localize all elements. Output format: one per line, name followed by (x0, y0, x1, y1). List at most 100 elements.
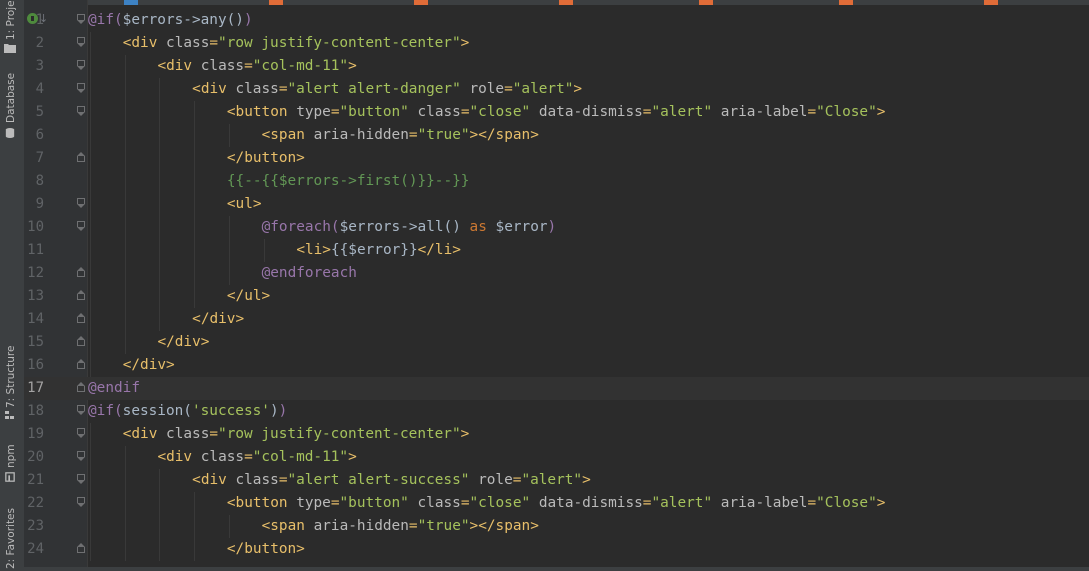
fold-start-icon[interactable] (77, 37, 85, 47)
line-number[interactable]: 5 (24, 101, 44, 124)
code-line[interactable]: 20 <div class="col-md-11"> (24, 446, 1089, 469)
line-number[interactable]: 9 (24, 193, 44, 216)
line-number[interactable]: 17 (24, 377, 44, 400)
npm-tool-button[interactable]: npm (0, 440, 24, 485)
line-number[interactable]: 24 (24, 538, 44, 561)
line-number[interactable]: 6 (24, 124, 44, 147)
code-line[interactable]: 8 {{--{{$errors->first()}}--}} (24, 170, 1089, 193)
code-text[interactable]: @if(session('success')) (88, 400, 287, 423)
code-text[interactable]: </button> (227, 147, 305, 170)
code-text[interactable]: @if($errors->any()) (88, 9, 253, 32)
editor-tab-strip[interactable] (24, 0, 1089, 5)
line-number[interactable]: 22 (24, 492, 44, 515)
fold-start-icon[interactable] (77, 198, 85, 208)
fold-end-icon[interactable] (77, 543, 85, 553)
fold-end-icon[interactable] (77, 382, 85, 392)
code-text[interactable]: <div class="col-md-11"> (157, 446, 356, 469)
code-text[interactable]: <div class="row justify-content-center"> (123, 32, 470, 55)
line-number[interactable]: 20 (24, 446, 44, 469)
favorites-tool-button[interactable]: 2: Favorites (0, 495, 24, 571)
code-line[interactable]: 14 </div> (24, 308, 1089, 331)
line-number[interactable]: 19 (24, 423, 44, 446)
code-text[interactable]: <div class="col-md-11"> (157, 55, 356, 78)
fold-end-icon[interactable] (77, 313, 85, 323)
fold-end-icon[interactable] (77, 152, 85, 162)
code-text[interactable]: <span aria-hidden="true"></span> (262, 124, 539, 147)
code-text[interactable]: <span aria-hidden="true"></span> (262, 515, 539, 538)
line-number[interactable]: 10 (24, 216, 44, 239)
code-line[interactable]: 23 <span aria-hidden="true"></span> (24, 515, 1089, 538)
database-tool-button[interactable]: Database (0, 70, 24, 140)
code-line[interactable]: 15 </div> (24, 331, 1089, 354)
code-text[interactable]: </div> (157, 331, 209, 354)
fold-end-icon[interactable] (77, 267, 85, 277)
line-number[interactable]: 8 (24, 170, 44, 193)
code-text[interactable]: </button> (227, 538, 305, 561)
code-line[interactable]: 19 <div class="row justify-content-center… (24, 423, 1089, 446)
code-line[interactable]: 17 @endif (24, 377, 1089, 400)
code-text[interactable]: </div> (192, 308, 244, 331)
code-text[interactable]: <li>{{$error}}</li> (296, 239, 461, 262)
fold-start-icon[interactable] (77, 428, 85, 438)
code-line[interactable]: 6 <span aria-hidden="true"></span> (24, 124, 1089, 147)
line-number[interactable]: 23 (24, 515, 44, 538)
fold-end-icon[interactable] (77, 359, 85, 369)
fold-start-icon[interactable] (77, 60, 85, 70)
editor-tab[interactable] (269, 0, 283, 5)
code-editor[interactable]: 1 @if($errors->any()) 2 <div class="row jus… (24, 9, 1089, 571)
editor-tab[interactable] (559, 0, 573, 5)
code-text[interactable]: @endforeach (262, 262, 357, 285)
code-line[interactable]: 5 <button type="button" class="close" dat… (24, 101, 1089, 124)
code-line[interactable]: 18 @if(session('success')) (24, 400, 1089, 423)
fold-start-icon[interactable] (77, 451, 85, 461)
line-number[interactable]: 15 (24, 331, 44, 354)
code-line[interactable]: 7 </button> (24, 147, 1089, 170)
fold-end-icon[interactable] (77, 290, 85, 300)
fold-end-icon[interactable] (77, 336, 85, 346)
code-line[interactable]: 16 </div> (24, 354, 1089, 377)
editor-tab[interactable] (984, 0, 998, 5)
line-number[interactable]: 3 (24, 55, 44, 78)
code-line[interactable]: 22 <button type="button" class="close" da… (24, 492, 1089, 515)
code-text[interactable]: <button type="button" class="close" data… (227, 101, 886, 124)
code-line[interactable]: 11 <li>{{$error}}</li> (24, 239, 1089, 262)
line-number[interactable]: 7 (24, 147, 44, 170)
project-tool-button[interactable]: 1: Project (0, 0, 24, 66)
code-line[interactable]: 9 <ul> (24, 193, 1089, 216)
editor-tab[interactable] (839, 0, 853, 5)
line-number[interactable]: 4 (24, 78, 44, 101)
editor-tab[interactable] (414, 0, 428, 5)
fold-start-icon[interactable] (77, 405, 85, 415)
fold-start-icon[interactable] (77, 474, 85, 484)
editor-tab[interactable] (699, 0, 713, 5)
fold-start-icon[interactable] (77, 14, 85, 24)
structure-tool-button[interactable]: 7: Structure (0, 340, 24, 425)
code-line[interactable]: 10 @foreach($errors->all() as $error) (24, 216, 1089, 239)
code-text[interactable]: </ul> (227, 285, 270, 308)
implementation-marker-icon[interactable] (27, 13, 38, 24)
line-number[interactable]: 12 (24, 262, 44, 285)
code-line[interactable]: 2 <div class="row justify-content-center"… (24, 32, 1089, 55)
code-line[interactable]: 4 <div class="alert alert-danger" role="a… (24, 78, 1089, 101)
fold-start-icon[interactable] (77, 106, 85, 116)
code-line[interactable]: 13 </ul> (24, 285, 1089, 308)
fold-start-icon[interactable] (77, 221, 85, 231)
fold-start-icon[interactable] (77, 497, 85, 507)
code-text[interactable]: @endif (88, 377, 140, 400)
code-line[interactable]: 3 <div class="col-md-11"> (24, 55, 1089, 78)
line-number[interactable]: 14 (24, 308, 44, 331)
code-text[interactable]: <ul> (227, 193, 262, 216)
code-line[interactable]: 24 </button> (24, 538, 1089, 561)
line-number[interactable]: 21 (24, 469, 44, 492)
line-number[interactable]: 13 (24, 285, 44, 308)
line-number[interactable]: 11 (24, 239, 44, 262)
code-text[interactable]: {{--{{$errors->first()}}--}} (227, 170, 470, 193)
line-number[interactable]: 16 (24, 354, 44, 377)
code-line[interactable]: 12 @endforeach (24, 262, 1089, 285)
fold-start-icon[interactable] (77, 83, 85, 93)
code-text[interactable]: <div class="row justify-content-center"> (123, 423, 470, 446)
code-line[interactable]: 21 <div class="alert alert-success" role=… (24, 469, 1089, 492)
editor-tab[interactable] (124, 0, 138, 5)
code-text[interactable]: @foreach($errors->all() as $error) (262, 216, 557, 239)
code-text[interactable]: <div class="alert alert-danger" role="al… (192, 78, 582, 101)
